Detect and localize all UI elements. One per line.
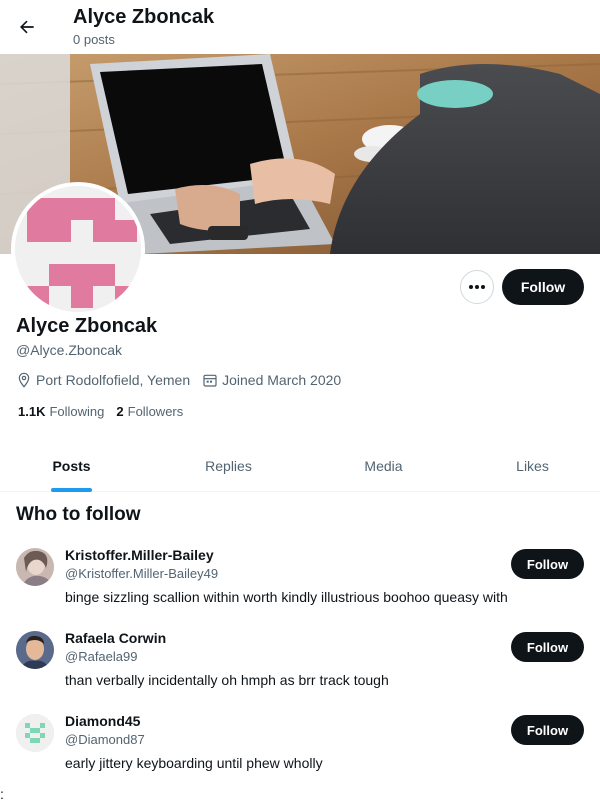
location-pin-icon xyxy=(18,372,30,388)
top-bar: Alyce Zboncak 0 posts xyxy=(0,0,600,54)
profile-name: Alyce Zboncak xyxy=(16,315,158,337)
more-options-button[interactable] xyxy=(460,270,494,304)
active-tab-indicator xyxy=(51,488,92,492)
user-name[interactable]: Rafaela Corwin xyxy=(65,630,166,646)
suggested-user[interactable]: Kristoffer.Miller-Bailey @Kristoffer.Mil… xyxy=(0,547,600,628)
user-handle: @Kristoffer.Miller-Bailey49 xyxy=(65,566,219,581)
joined-item: Joined March 2020 xyxy=(202,372,341,388)
followers-link[interactable]: 2 Followers xyxy=(116,404,183,419)
joined-text: Joined March 2020 xyxy=(222,372,342,388)
follow-button[interactable]: Follow xyxy=(502,269,584,305)
follow-stats: 1.1K Following 2 Followers xyxy=(18,404,195,419)
user-bio: than verbally incidentally oh hmph as br… xyxy=(65,672,389,688)
user-bio: binge sizzling scallion within worth kin… xyxy=(65,589,508,605)
user-follow-button[interactable]: Follow xyxy=(511,632,584,662)
calendar-icon xyxy=(203,374,217,387)
more-horizontal-icon xyxy=(469,285,485,289)
suggested-user[interactable]: Rafaela Corwin @Rafaela99 than verbally … xyxy=(0,630,600,711)
suggested-user[interactable]: Diamond45 @Diamond87 early jittery keybo… xyxy=(0,713,600,794)
location-item: Port Rodolfofield, Yemen xyxy=(16,372,190,388)
user-follow-button[interactable]: Follow xyxy=(511,549,584,579)
user-avatar[interactable] xyxy=(16,714,54,752)
location-text: Port Rodolfofield, Yemen xyxy=(36,372,191,388)
user-follow-button[interactable]: Follow xyxy=(511,715,584,745)
identicon-avatar xyxy=(15,186,141,312)
footer-glyph: : xyxy=(0,786,4,800)
user-handle: @Rafaela99 xyxy=(65,649,138,664)
following-count: 1.1K xyxy=(18,404,46,419)
profile-tabs: Posts Replies Media Likes xyxy=(0,440,600,492)
user-avatar[interactable] xyxy=(16,631,54,669)
tab-replies[interactable]: Replies xyxy=(157,440,300,492)
header-post-count: 0 posts xyxy=(73,32,115,47)
user-handle: @Diamond87 xyxy=(65,732,145,747)
followers-label: Followers xyxy=(127,404,184,419)
tab-media[interactable]: Media xyxy=(312,440,455,492)
arrow-left-icon xyxy=(20,20,34,34)
following-link[interactable]: 1.1K Following xyxy=(18,404,104,419)
user-avatar[interactable] xyxy=(16,548,54,586)
profile-avatar[interactable] xyxy=(11,182,145,316)
who-to-follow-title: Who to follow xyxy=(16,504,141,525)
user-name[interactable]: Kristoffer.Miller-Bailey xyxy=(65,547,214,563)
profile-handle: @Alyce.Zboncak xyxy=(16,342,123,358)
user-photo xyxy=(16,631,54,669)
back-button[interactable] xyxy=(8,8,46,46)
following-label: Following xyxy=(49,404,105,419)
user-bio: early jittery keyboarding until phew who… xyxy=(65,755,323,771)
tab-posts[interactable]: Posts xyxy=(0,440,143,492)
header-title: Alyce Zboncak xyxy=(73,6,215,28)
identicon-avatar xyxy=(16,714,54,752)
followers-count: 2 xyxy=(116,404,124,419)
profile-meta: Port Rodolfofield, Yemen Joined March 20… xyxy=(16,370,353,390)
tab-likes[interactable]: Likes xyxy=(461,440,600,492)
user-name[interactable]: Diamond45 xyxy=(65,713,140,729)
user-photo xyxy=(16,548,54,586)
